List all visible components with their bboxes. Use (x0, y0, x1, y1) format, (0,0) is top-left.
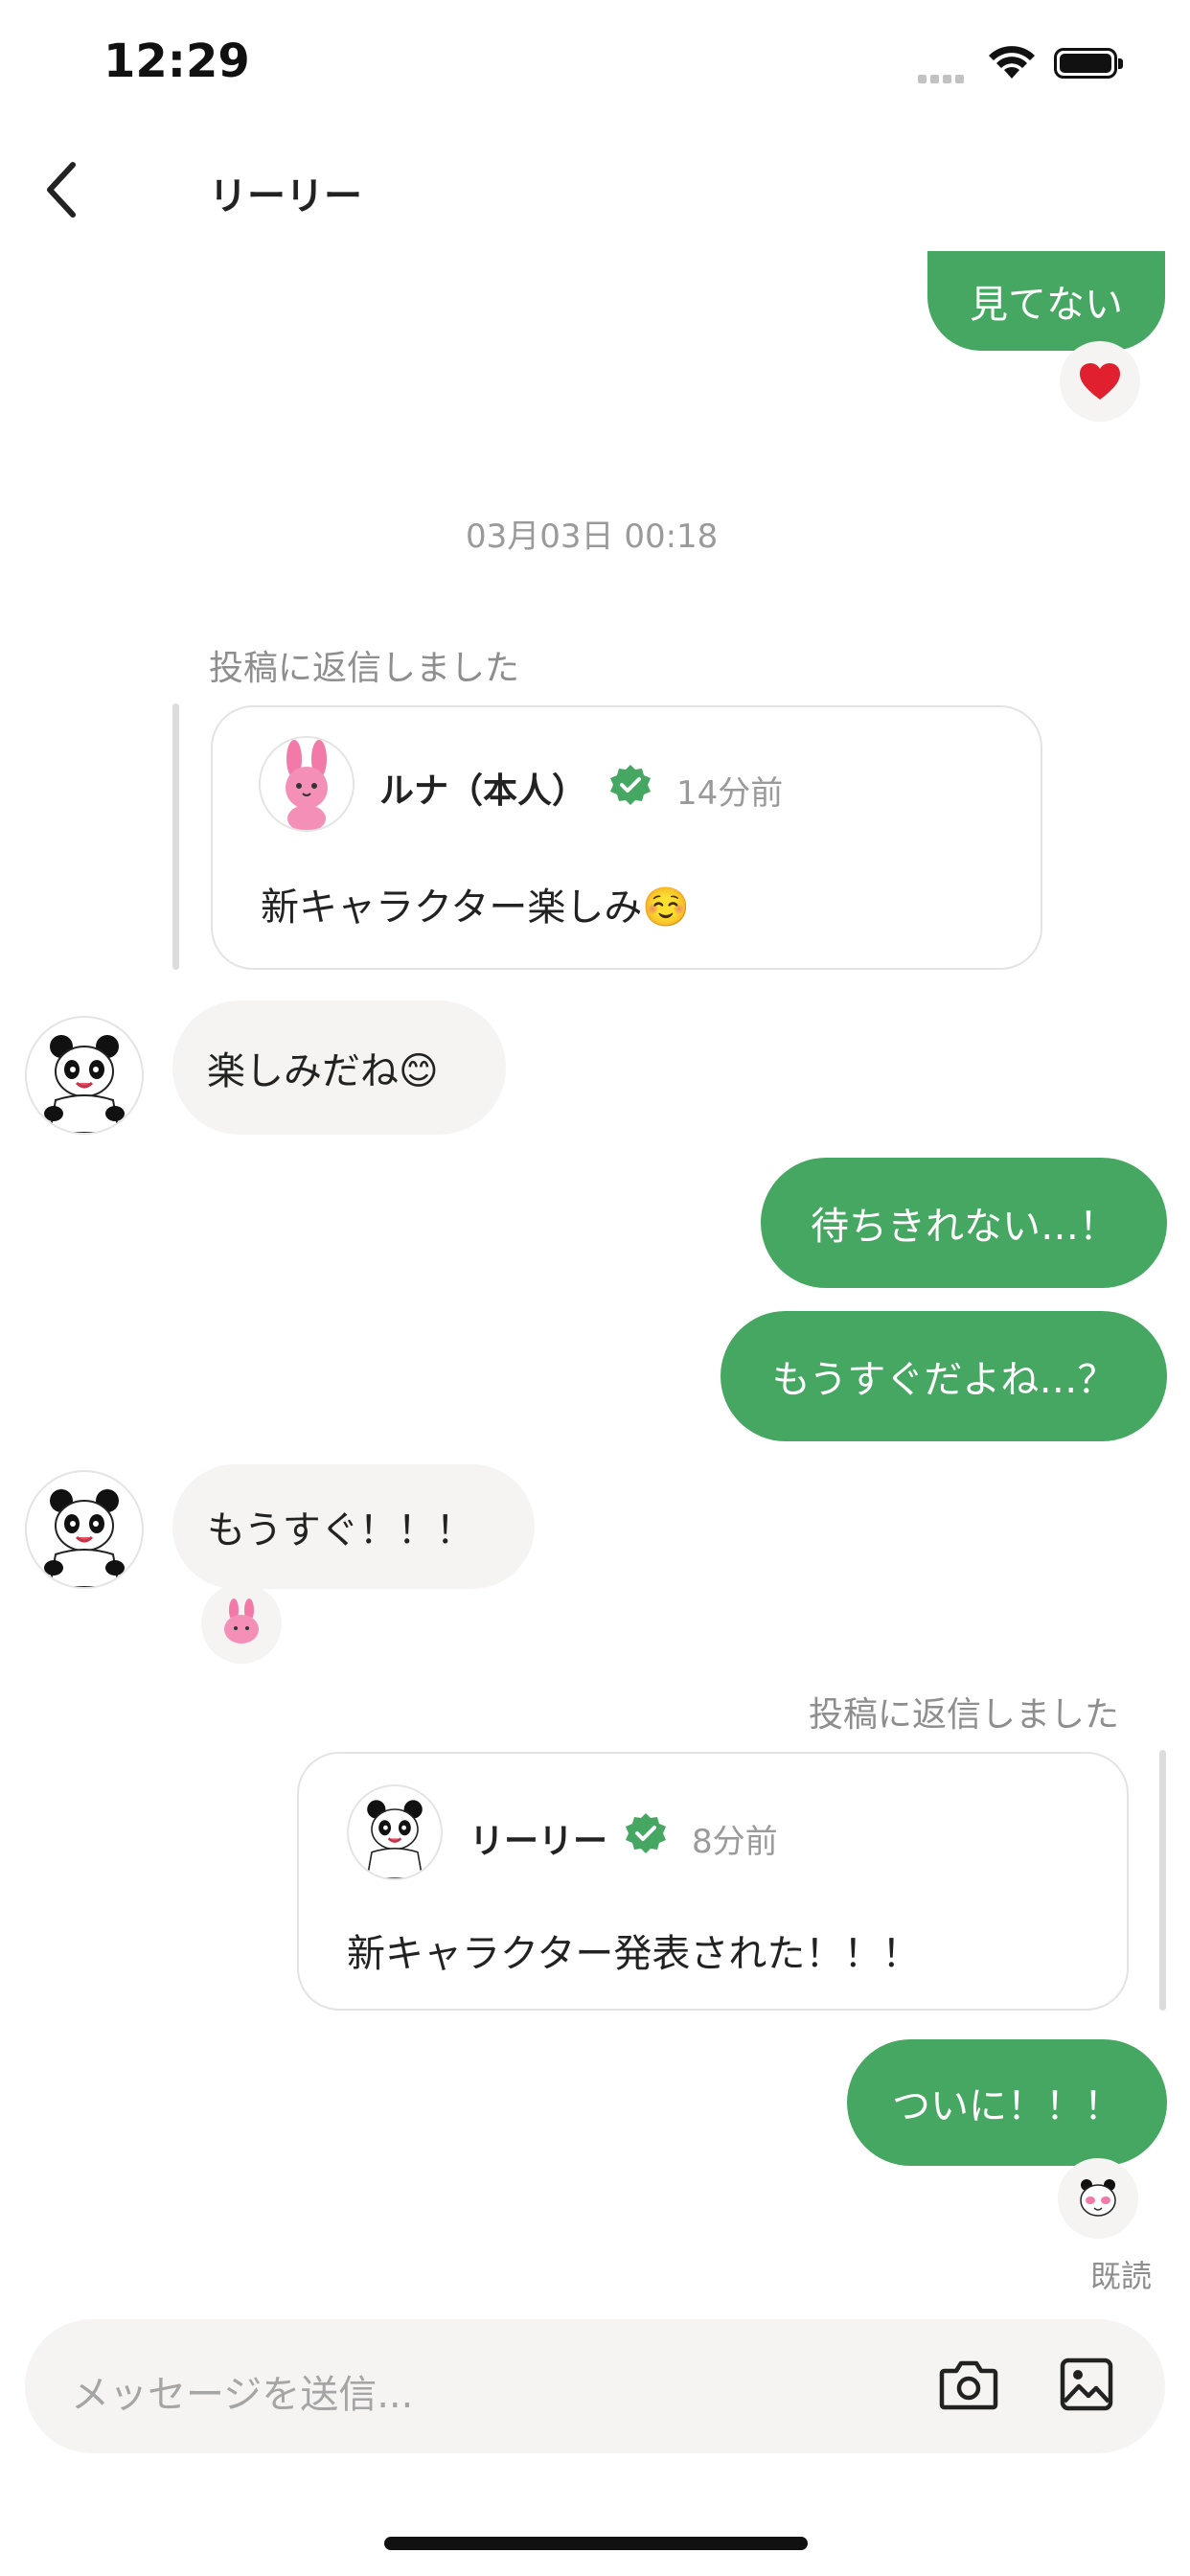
message-bubble-outgoing[interactable]: 見てない (927, 251, 1165, 351)
message-input[interactable]: メッセージを送信... (71, 2363, 413, 2419)
read-receipt: 既読 (1090, 2258, 1153, 2294)
message-bubble-outgoing[interactable]: ついに！！！ (847, 2039, 1167, 2166)
quote-bar (1159, 1750, 1166, 2011)
message-input-bar[interactable]: メッセージを送信... (25, 2319, 1165, 2453)
panda-avatar-icon (44, 1035, 125, 1133)
wifi-icon (987, 44, 1037, 86)
quoted-post-card[interactable]: リーリー 8分前 新キャラクター発表された！！！ (297, 1752, 1129, 2011)
post-text: 新キャラクター楽しみ☺️ (261, 886, 691, 930)
message-text: 楽しみだね😊 (207, 1049, 439, 1093)
message-text: ついに！！！ (892, 2084, 1122, 2128)
reaction-badge[interactable] (201, 1583, 282, 1664)
image-icon (1060, 2358, 1113, 2411)
status-time: 12:29 (103, 34, 250, 88)
heart-icon (1080, 363, 1120, 400)
verified-icon (607, 763, 653, 813)
avatar[interactable] (25, 1016, 144, 1135)
message-bubble-outgoing[interactable]: 待ちきれない…！ (761, 1158, 1167, 1288)
panda-avatar-icon (44, 1489, 125, 1587)
message-bubble-incoming[interactable]: 楽しみだね😊 (172, 1000, 506, 1135)
home-indicator (384, 2537, 808, 2550)
date-stamp: 03月03日 00:18 (466, 518, 719, 556)
reaction-badge[interactable] (1058, 2158, 1138, 2239)
message-text: 待ちきれない…！ (811, 1205, 1117, 1249)
bunny-reaction-icon (224, 1598, 259, 1644)
post-text: 新キャラクター発表された！！！ (347, 1932, 921, 1976)
reply-label: 投稿に返信しました (809, 1695, 1120, 1735)
verified-icon (623, 1811, 669, 1861)
avatar (347, 1784, 443, 1880)
reply-label: 投稿に返信しました (209, 649, 520, 688)
message-text: もうすぐ！！！ (207, 1508, 474, 1552)
panda-reaction-icon (1080, 2179, 1116, 2217)
chat-title: リーリー (209, 174, 362, 218)
panda-avatar-icon (366, 1800, 423, 1878)
post-time: 8分前 (692, 1823, 778, 1861)
camera-icon (939, 2360, 998, 2410)
battery-icon (1054, 48, 1123, 79)
avatar[interactable] (25, 1470, 144, 1589)
quote-bar (172, 703, 179, 970)
image-button[interactable] (1060, 2358, 1113, 2415)
post-author-name: リーリー (469, 1822, 608, 1861)
signal-icon (918, 69, 970, 83)
message-bubble-incoming[interactable]: もうすぐ！！！ (172, 1464, 535, 1589)
message-bubble-outgoing[interactable]: もうすぐだよね…？ (721, 1311, 1167, 1441)
quoted-post-card[interactable]: ルナ（本人） 14分前 新キャラクター楽しみ☺️ (211, 705, 1042, 970)
post-time: 14分前 (676, 774, 784, 813)
avatar (259, 736, 355, 832)
camera-button[interactable] (939, 2358, 998, 2415)
post-author-name: ルナ（本人） (379, 771, 587, 811)
back-button[interactable] (38, 159, 96, 220)
message-text: 見てない (970, 283, 1123, 327)
bunny-avatar-icon (286, 740, 328, 830)
chevron-left-icon (47, 162, 76, 218)
message-text: もうすぐだよね…？ (771, 1358, 1116, 1402)
reaction-badge[interactable] (1060, 341, 1140, 422)
